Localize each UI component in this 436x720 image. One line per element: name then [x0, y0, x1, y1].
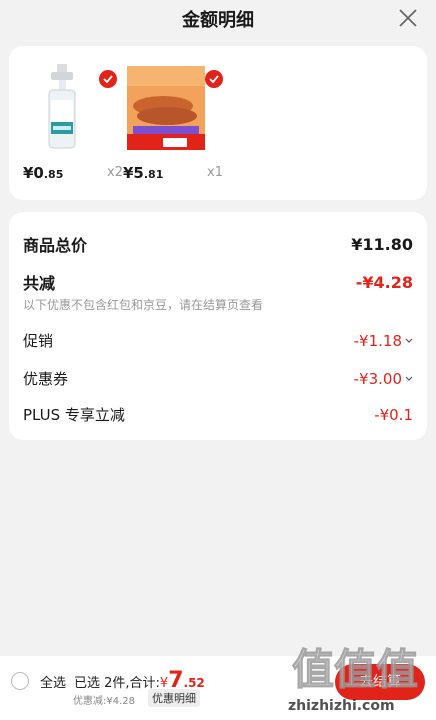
promo-row[interactable]: 促销 -¥1.18 — [23, 330, 413, 351]
select-all-radio[interactable] — [11, 672, 29, 690]
summary-card: 商品总价 ¥11.80 共减 -¥4.28 以下优惠不包含红包和京豆，请在结算页… — [9, 212, 427, 440]
total-row: 商品总价 ¥11.80 — [23, 232, 413, 256]
product-qty: x2 — [107, 165, 123, 180]
coupon-label: 优惠券 — [23, 370, 69, 388]
product-item[interactable]: ¥0.85 x2 — [23, 60, 123, 182]
plus-value: -¥0.1 — [374, 405, 413, 424]
product-card: ¥0.85 x2 ¥5.81 x1 — [9, 46, 427, 200]
sausage-pack-icon — [127, 66, 205, 150]
discount-note: 以下优惠不包含红包和京豆，请在结算页查看 — [23, 298, 264, 312]
close-icon[interactable] — [396, 6, 420, 30]
total-value: ¥11.80 — [351, 234, 413, 254]
product-price: ¥0.85 — [23, 164, 64, 182]
product-item[interactable]: ¥5.81 x1 — [123, 60, 223, 182]
chevron-down-icon[interactable] — [405, 375, 413, 383]
total-label: 商品总价 — [23, 236, 88, 255]
spray-bottle-icon — [48, 64, 76, 149]
product-image[interactable] — [23, 60, 117, 152]
checked-icon[interactable] — [205, 70, 223, 88]
reduce-value: -¥4.28 — [355, 272, 413, 292]
promo-value: -¥1.18 — [354, 332, 413, 350]
chevron-down-icon[interactable] — [405, 337, 413, 345]
select-all-label[interactable]: 全选 — [40, 672, 66, 691]
plus-row: PLUS 专享立减 -¥0.1 — [23, 404, 413, 425]
coupon-row[interactable]: 优惠券 -¥3.00 — [23, 368, 413, 389]
svg-text:值值值: 值值值 — [292, 645, 418, 694]
discount-summary: 优惠减:¥4.28 — [73, 696, 135, 707]
header: 金额明细 — [0, 0, 436, 40]
page-title: 金额明细 — [182, 10, 254, 31]
reduce-row: 共减 -¥4.28 — [23, 270, 413, 294]
reduce-label: 共减 — [23, 274, 56, 293]
product-image[interactable] — [123, 60, 223, 152]
product-price: ¥5.81 — [123, 164, 164, 182]
promo-label: 促销 — [23, 332, 54, 350]
coupon-value: -¥3.00 — [354, 370, 413, 388]
discount-detail-button[interactable]: 优惠明细 — [148, 689, 200, 707]
product-qty: x1 — [207, 165, 223, 180]
watermark-logo: 值值值 zhizhizhi.com — [284, 640, 434, 716]
plus-label: PLUS 专享立减 — [23, 406, 125, 424]
checked-icon[interactable] — [99, 70, 117, 88]
svg-text:zhizhizhi.com: zhizhizhi.com — [288, 698, 395, 714]
